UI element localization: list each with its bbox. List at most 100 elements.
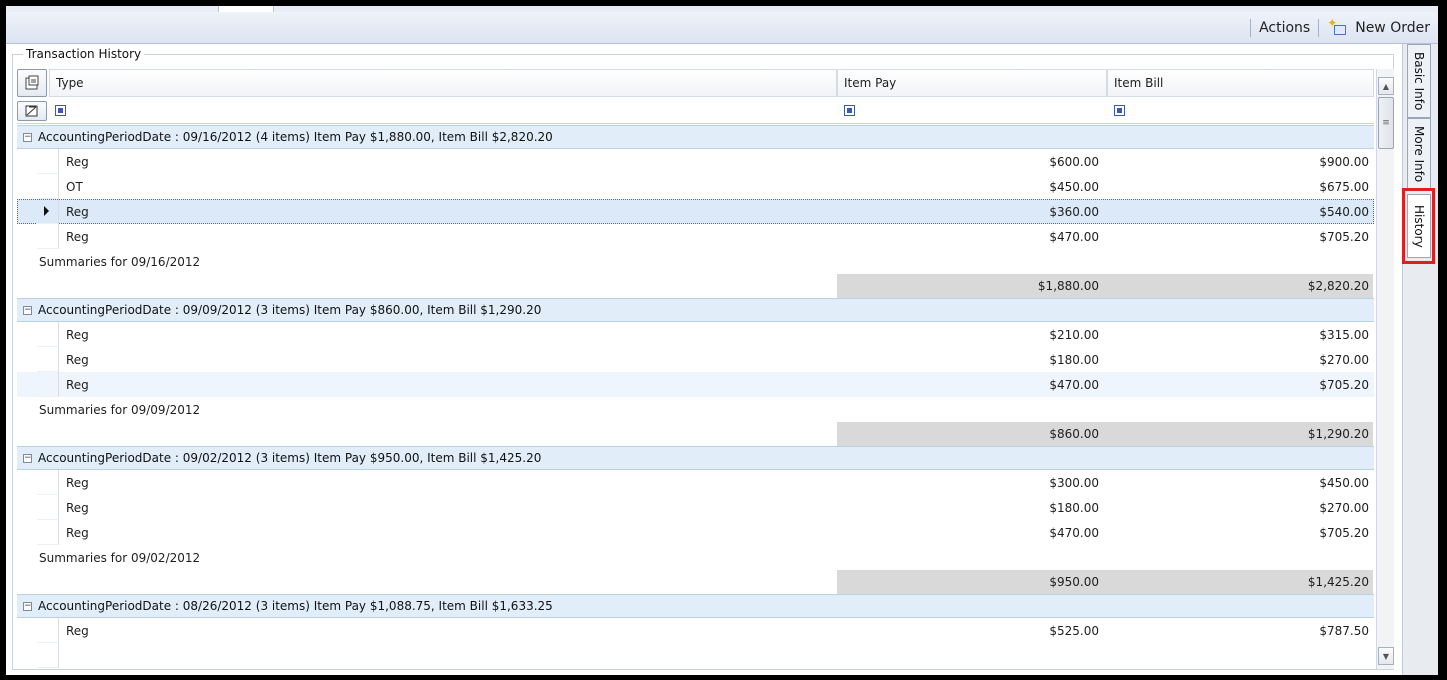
group-header[interactable]: − AccountingPeriodDate : 09/02/2012 (3 it… (17, 446, 1374, 470)
cell-type: Reg (66, 204, 89, 219)
filter-row (17, 100, 1374, 124)
table-row[interactable]: Reg $600.00 $900.00 (17, 149, 1374, 174)
actions-label: Actions (1259, 19, 1311, 36)
cell-item-pay: $470.00 (1049, 229, 1099, 244)
cell-type: OT (66, 179, 83, 194)
summary-row: $1,880.00 $2,820.20 (17, 274, 1374, 298)
toolbar-separator (1250, 18, 1252, 37)
window: Actions ✦ New Order Transaction History … (6, 6, 1438, 675)
group-header[interactable]: − AccountingPeriodDate : 09/16/2012 (4 it… (17, 125, 1374, 149)
cell-item-bill: $540.00 (1319, 204, 1369, 219)
column-header-item-bill-label: Item Bill (1114, 76, 1164, 90)
cell-type: Reg (66, 229, 89, 244)
cell-item-bill: $705.20 (1319, 525, 1369, 540)
cell-item-bill: $270.00 (1319, 352, 1369, 367)
filter-clear-icon (25, 105, 38, 117)
history-tab-highlight (1402, 188, 1435, 264)
scroll-up-arrow-icon[interactable]: ▲ (1378, 77, 1394, 95)
groupbox-title: Transaction History (23, 47, 145, 61)
cell-type: Reg (66, 500, 89, 515)
column-header-type-label: Type (56, 76, 84, 90)
group-header-label: AccountingPeriodDate : 09/02/2012 (3 ite… (38, 451, 542, 465)
summary-item-bill: $2,820.20 (1307, 279, 1369, 293)
new-order-label: New Order (1355, 19, 1430, 36)
vertical-scrollbar[interactable]: ▲ ≡ ▼ (1376, 69, 1394, 669)
filter-item-pay-checkbox[interactable] (844, 105, 855, 116)
collapse-icon[interactable]: − (23, 601, 32, 611)
grid-header: Type Item Pay Item Bill (17, 69, 1374, 99)
tab-more-info-label: More Info (1412, 125, 1426, 183)
cell-item-bill: $705.20 (1319, 377, 1369, 392)
scroll-thumb[interactable]: ≡ (1378, 97, 1394, 149)
cell-item-bill: $675.00 (1319, 179, 1369, 194)
collapse-icon[interactable]: − (23, 305, 32, 315)
table-row-selected[interactable]: Reg $360.00 $540.00 (17, 199, 1374, 224)
toolbar-separator (1318, 18, 1320, 37)
filter-type-checkbox[interactable] (55, 105, 66, 116)
cell-type: Reg (66, 327, 89, 342)
column-header-item-pay-label: Item Pay (844, 76, 897, 90)
cell-type: Reg (66, 525, 89, 540)
actions-button[interactable]: Actions (1259, 20, 1310, 36)
cell-item-pay: $300.00 (1049, 475, 1099, 490)
table-row[interactable] (17, 643, 1374, 668)
table-row[interactable]: Reg $470.00 $705.20 (17, 520, 1374, 545)
collapse-icon[interactable]: − (23, 453, 32, 463)
cell-item-pay: $180.00 (1049, 352, 1099, 367)
column-header-type[interactable]: Type (49, 69, 837, 97)
column-header-item-bill[interactable]: Item Bill (1107, 69, 1374, 97)
summary-label: Summaries for 09/02/2012 (39, 550, 201, 565)
clear-filter-button[interactable] (17, 101, 47, 121)
transaction-grid: Type Item Pay Item Bill − AccountingPerio… (17, 69, 1374, 669)
cell-item-pay: $525.00 (1049, 623, 1099, 638)
column-chooser-button[interactable] (17, 69, 47, 97)
cell-item-pay: $210.00 (1049, 327, 1099, 342)
table-row[interactable]: Reg $210.00 $315.00 (17, 322, 1374, 347)
filter-item-bill-checkbox[interactable] (1114, 105, 1125, 116)
group-header-label: AccountingPeriodDate : 08/26/2012 (3 ite… (38, 599, 553, 613)
cell-item-pay: $600.00 (1049, 154, 1099, 169)
collapse-icon[interactable]: − (23, 132, 32, 142)
cell-item-bill: $900.00 (1319, 154, 1369, 169)
table-row[interactable]: Reg $300.00 $450.00 (17, 470, 1374, 495)
cell-item-bill: $315.00 (1319, 327, 1369, 342)
cell-item-bill: $270.00 (1319, 500, 1369, 515)
summary-item-pay: $950.00 (1049, 575, 1099, 589)
cell-item-pay: $180.00 (1049, 500, 1099, 515)
scroll-down-arrow-icon[interactable]: ▼ (1378, 647, 1394, 665)
cell-type: Reg (66, 623, 89, 638)
column-header-item-pay[interactable]: Item Pay (837, 69, 1107, 97)
tab-more-info[interactable]: More Info (1407, 118, 1431, 190)
group-header[interactable]: − AccountingPeriodDate : 09/09/2012 (3 it… (17, 298, 1374, 322)
summary-label: Summaries for 09/09/2012 (39, 402, 201, 417)
cell-item-pay: $470.00 (1049, 525, 1099, 540)
new-order-button[interactable]: ✦ New Order (1327, 16, 1430, 37)
table-row[interactable]: Reg $470.00 $705.20 (17, 224, 1374, 249)
cell-item-bill: $705.20 (1319, 229, 1369, 244)
table-row[interactable]: Reg $180.00 $270.00 (17, 347, 1374, 372)
tab-basic-info[interactable]: Basic Info (1407, 44, 1431, 118)
cell-type: Reg (66, 154, 89, 169)
cell-type: Reg (66, 475, 89, 490)
summary-row: $860.00 $1,290.20 (17, 422, 1374, 446)
group-header[interactable]: − AccountingPeriodDate : 08/26/2012 (3 it… (17, 594, 1374, 618)
summary-item-bill: $1,290.20 (1307, 427, 1369, 441)
cell-item-bill: $787.50 (1319, 623, 1369, 638)
cell-item-pay: $360.00 (1049, 204, 1099, 219)
summary-row: $950.00 $1,425.20 (17, 570, 1374, 594)
summary-label: Summaries for 09/16/2012 (39, 254, 201, 269)
table-row[interactable]: Reg $525.00 $787.50 (17, 618, 1374, 643)
grid-body: − AccountingPeriodDate : 09/16/2012 (4 it… (17, 125, 1374, 668)
table-row[interactable]: Reg $180.00 $270.00 (17, 495, 1374, 520)
table-row[interactable]: Reg $470.00 $705.20 (17, 372, 1374, 397)
row-pointer-icon (44, 206, 49, 216)
cell-item-pay: $470.00 (1049, 377, 1099, 392)
table-row[interactable]: OT $450.00 $675.00 (17, 174, 1374, 199)
toolbar: Actions ✦ New Order (6, 12, 1438, 44)
new-order-icon: ✦ (1327, 16, 1349, 37)
cell-type: Reg (66, 377, 89, 392)
tab-basic-info-label: Basic Info (1412, 51, 1426, 111)
cell-item-pay: $450.00 (1049, 179, 1099, 194)
transaction-history-groupbox: Transaction History Type Item Pay Item B… (12, 47, 1394, 670)
summary-item-pay: $860.00 (1049, 427, 1099, 441)
